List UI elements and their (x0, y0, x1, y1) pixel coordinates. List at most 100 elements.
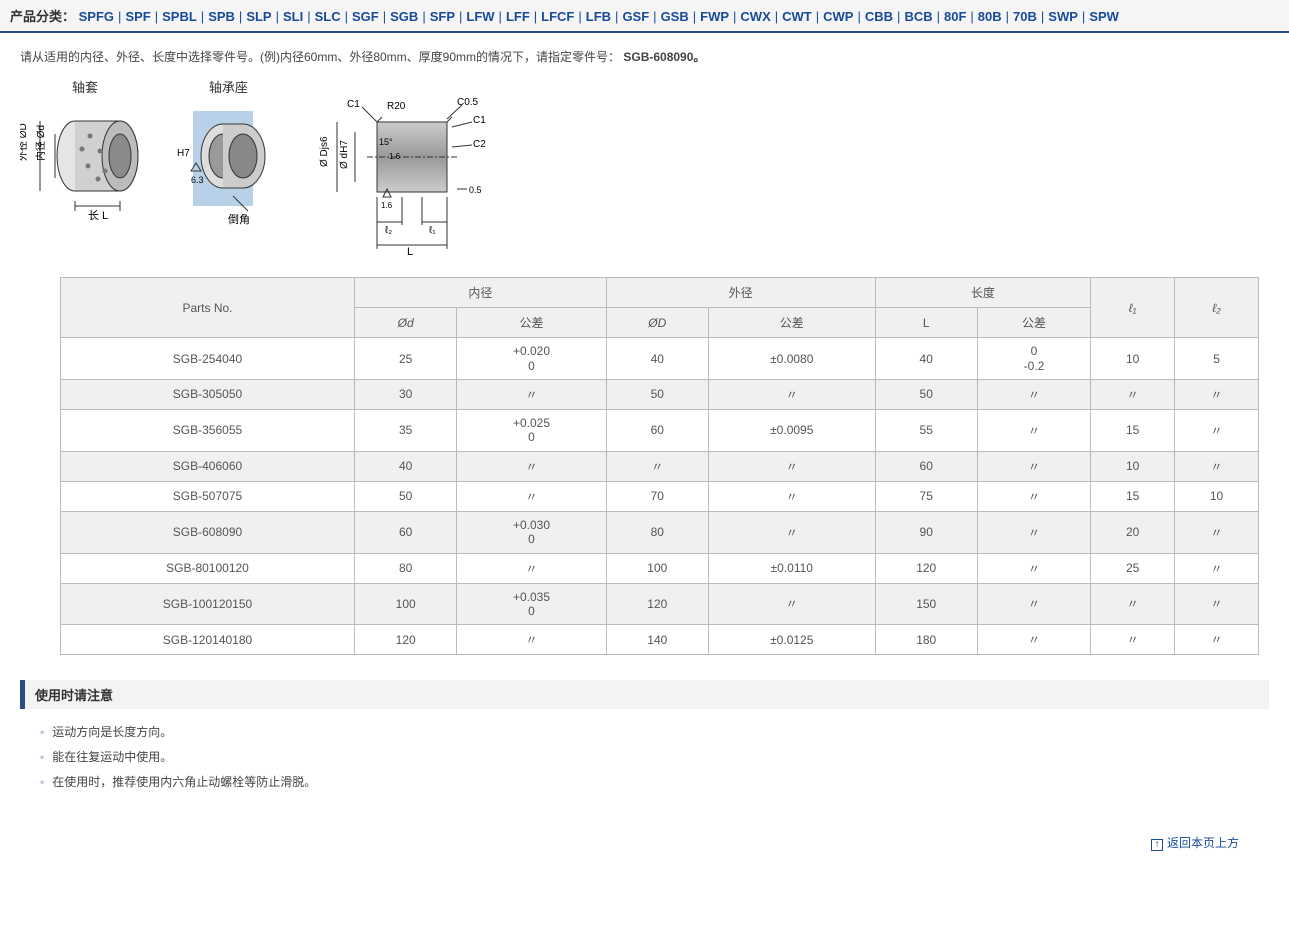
table-cell: 150 (875, 583, 977, 625)
nav-separator: | (383, 9, 386, 24)
table-cell: ±0.0110 (708, 553, 875, 583)
nav-link-80b[interactable]: 80B (978, 9, 1002, 24)
table-cell: 15 (1091, 409, 1175, 451)
table-cell: 50 (875, 379, 977, 409)
table-cell: +0.0350 (457, 583, 606, 625)
label-l1: ℓ₁ (429, 225, 436, 236)
table-cell: 〃 (1175, 451, 1259, 481)
table-cell: +0.0300 (457, 511, 606, 553)
nav-link-cwp[interactable]: CWP (823, 9, 853, 24)
nav-link-swp[interactable]: SWP (1048, 9, 1078, 24)
back-to-top-link[interactable]: ↑返回本页上方 (1151, 836, 1239, 850)
intro-example-pn: SGB-608090。 (623, 50, 705, 64)
nav-link-lff[interactable]: LFF (506, 9, 530, 24)
th-outer: 外径 (606, 278, 875, 308)
table-cell: 100 (355, 583, 457, 625)
back-to-top: ↑返回本页上方 (20, 794, 1269, 871)
nav-link-slc[interactable]: SLC (315, 9, 341, 24)
table-cell: 15 (1091, 481, 1175, 511)
nav-separator: | (345, 9, 348, 24)
nav-separator: | (937, 9, 940, 24)
table-row: SGB-30505030〃50〃50〃〃〃 (61, 379, 1259, 409)
table-cell: 60 (355, 511, 457, 553)
nav-link-lfb[interactable]: LFB (586, 9, 611, 24)
nav-link-80f[interactable]: 80F (944, 9, 966, 24)
table-cell: 100 (606, 553, 708, 583)
label-chamfer: 倒角 (228, 213, 250, 226)
table-cell: 〃 (977, 481, 1090, 511)
nav-link-spf[interactable]: SPF (125, 9, 150, 24)
table-cell: 80 (606, 511, 708, 553)
label-dh7: Ø dH7 (339, 140, 350, 169)
table-cell: +0.0200 (457, 338, 606, 380)
table-cell: 60 (875, 451, 977, 481)
table-cell: 90 (875, 511, 977, 553)
table-cell: 〃 (977, 583, 1090, 625)
table-cell: 50 (355, 481, 457, 511)
table-cell: 〃 (977, 625, 1090, 655)
nav-separator: | (897, 9, 900, 24)
label-r20: R20 (387, 101, 406, 112)
table-cell: 〃 (708, 583, 875, 625)
table-cell: 25 (355, 338, 457, 380)
table-row: SGB-25404025+0.020040±0.0080400-0.2105 (61, 338, 1259, 380)
nav-link-gsb[interactable]: GSB (661, 9, 689, 24)
th-length: 长度 (875, 278, 1091, 308)
section-svg: C1 R20 C0.5 C1 C2 Ø Djs6 Ø dH7 15° 1.6 1… (307, 97, 507, 257)
table-cell: SGB-80100120 (61, 553, 355, 583)
nav-separator: | (970, 9, 973, 24)
table-cell: 〃 (1175, 583, 1259, 625)
bushing-svg: 外径 ØD 内径 Ød 长 L (20, 101, 150, 231)
nav-link-fwp[interactable]: FWP (700, 9, 729, 24)
th-D: ØD (606, 308, 708, 338)
diagram-section-spacer (307, 77, 507, 92)
nav-link-cwt[interactable]: CWT (782, 9, 812, 24)
table-cell: ±0.0095 (708, 409, 875, 451)
nav-link-slp[interactable]: SLP (246, 9, 271, 24)
nav-link-cbb[interactable]: CBB (865, 9, 893, 24)
label-c05: C0.5 (457, 97, 479, 108)
table-cell: 120 (355, 625, 457, 655)
nav-separator: | (459, 9, 462, 24)
table-cell: 〃 (1175, 625, 1259, 655)
th-Ltol: 公差 (977, 308, 1090, 338)
nav-link-spw[interactable]: SPW (1089, 9, 1119, 24)
label-ra: 6.3 (191, 175, 204, 185)
notice-list: 运动方向是长度方向。能在往复运动中使用。在使用时，推荐使用内六角止动螺栓等防止滑… (20, 709, 1269, 794)
nav-link-bcb[interactable]: BCB (904, 9, 932, 24)
nav-link-spbl[interactable]: SPBL (162, 9, 197, 24)
nav-link-gsf[interactable]: GSF (622, 9, 649, 24)
table-cell: 〃 (977, 511, 1090, 553)
label-16a: 1.6 (381, 201, 393, 210)
table-cell: 25 (1091, 553, 1175, 583)
nav-link-sfp[interactable]: SFP (430, 9, 455, 24)
table-cell: 〃 (708, 379, 875, 409)
nav-link-lfcf[interactable]: LFCF (541, 9, 574, 24)
table-cell: 40 (355, 451, 457, 481)
table-row: SGB-100120150100+0.0350120〃150〃〃〃 (61, 583, 1259, 625)
nav-link-spb[interactable]: SPB (208, 9, 235, 24)
nav-link-70b[interactable]: 70B (1013, 9, 1037, 24)
label-angle: 15° (379, 137, 393, 147)
table-cell: SGB-100120150 (61, 583, 355, 625)
nav-separator: | (307, 9, 310, 24)
table-cell: ±0.0125 (708, 625, 875, 655)
th-l1: ℓ₁ (1091, 278, 1175, 338)
nav-link-sgf[interactable]: SGF (352, 9, 379, 24)
table-cell: 〃 (708, 481, 875, 511)
nav-separator: | (499, 9, 502, 24)
nav-link-sgb[interactable]: SGB (390, 9, 418, 24)
table-cell: 40 (875, 338, 977, 380)
nav-link-spfg[interactable]: SPFG (79, 9, 114, 24)
table-row: SGB-60809060+0.030080〃90〃20〃 (61, 511, 1259, 553)
nav-link-sli[interactable]: SLI (283, 9, 303, 24)
table-cell: 〃 (708, 451, 875, 481)
table-row: SGB-50707550〃70〃75〃1510 (61, 481, 1259, 511)
table-cell: SGB-254040 (61, 338, 355, 380)
nav-link-lfw[interactable]: LFW (466, 9, 494, 24)
table-cell: 〃 (977, 409, 1090, 451)
notice-item: 运动方向是长度方向。 (40, 719, 1269, 744)
nav-link-cwx[interactable]: CWX (740, 9, 770, 24)
label-L: L (407, 246, 413, 257)
table-cell: 40 (606, 338, 708, 380)
